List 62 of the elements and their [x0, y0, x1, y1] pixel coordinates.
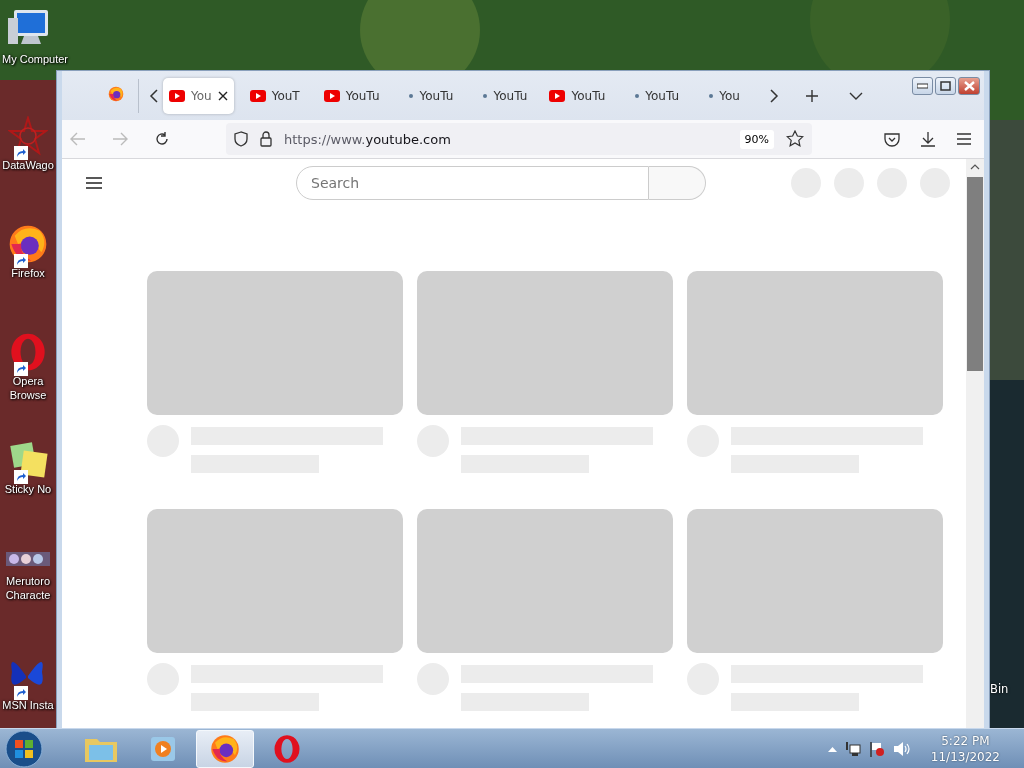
close-icon [963, 81, 975, 91]
desktop-icon-label[interactable]: MSN Insta [2, 698, 54, 712]
lock-icon[interactable] [260, 131, 272, 147]
scrollbar[interactable] [966, 159, 984, 728]
desktop-icon-label[interactable]: Bin [990, 682, 1009, 696]
maximize-icon [940, 81, 951, 91]
menu-icon[interactable] [956, 133, 972, 145]
desktop-icon-label[interactable]: My Computer [2, 52, 69, 66]
pocket-icon[interactable] [884, 131, 900, 147]
network-icon[interactable] [844, 740, 861, 757]
browser-tab[interactable]: YouTu [395, 77, 460, 114]
reload-icon[interactable] [154, 131, 170, 147]
play-logo-icon [169, 89, 185, 102]
menu-icon[interactable] [86, 177, 102, 189]
firefox-icon [8, 224, 48, 264]
opera-icon [272, 733, 302, 764]
browser-tab[interactable]: YouTu [621, 77, 686, 114]
sticky-notes-icon [8, 440, 48, 480]
play-icon [149, 734, 177, 763]
play-logo-icon [549, 89, 566, 102]
desktop-icon-label[interactable]: Firefox [11, 266, 45, 280]
firefox-icon [210, 733, 240, 764]
shield-icon[interactable] [234, 131, 248, 147]
play-logo-icon [323, 89, 340, 102]
browser-tab[interactable]: YouT [243, 77, 308, 114]
chevron-right-icon [769, 88, 780, 103]
chevron-down-icon [849, 90, 864, 101]
speaker-icon[interactable] [892, 740, 911, 757]
browser-tab[interactable]: You [163, 77, 234, 114]
flag-icon[interactable] [868, 740, 885, 757]
dot-icon [635, 93, 640, 98]
minimize-button[interactable] [912, 77, 933, 95]
maximize-button[interactable] [935, 77, 956, 95]
address-bar[interactable]: https://www.youtube.com 90% [226, 123, 812, 155]
start-button[interactable] [4, 728, 44, 768]
dot-icon [483, 93, 488, 98]
scroll-up-icon[interactable] [970, 163, 980, 171]
caret-icon[interactable] [827, 745, 837, 752]
desktop-icon-label[interactable]: Sticky No [4, 482, 52, 496]
close-button[interactable] [958, 77, 980, 95]
url-text: https://www.youtube.com [284, 131, 452, 147]
taskbar-app-button[interactable] [196, 729, 254, 768]
star-icon [8, 116, 48, 156]
dot-icon [409, 93, 414, 98]
desktop-icon-label[interactable]: DataWago [2, 158, 54, 172]
zoom-level[interactable]: 90% [739, 129, 774, 149]
browser-tab[interactable]: YouTu [469, 77, 534, 114]
desktop-icon-label[interactable]: Merutoro Characte [2, 574, 54, 602]
download-icon[interactable] [920, 131, 936, 147]
minimize-icon [917, 83, 928, 89]
browser-tab[interactable]: YouTu [543, 77, 612, 114]
play-logo-icon [249, 89, 266, 102]
opera-icon [8, 332, 48, 372]
close-icon[interactable] [217, 90, 228, 101]
star-icon[interactable] [786, 130, 804, 148]
dot-icon [709, 93, 714, 98]
desktop-icon-label[interactable]: Opera Browse [2, 374, 54, 402]
browser-tab[interactable]: You [695, 77, 760, 114]
firefox-icon[interactable] [108, 85, 124, 102]
chevron-left-icon [149, 88, 159, 103]
plus-icon [805, 88, 820, 103]
browser-tab[interactable]: YouTu [317, 77, 386, 114]
